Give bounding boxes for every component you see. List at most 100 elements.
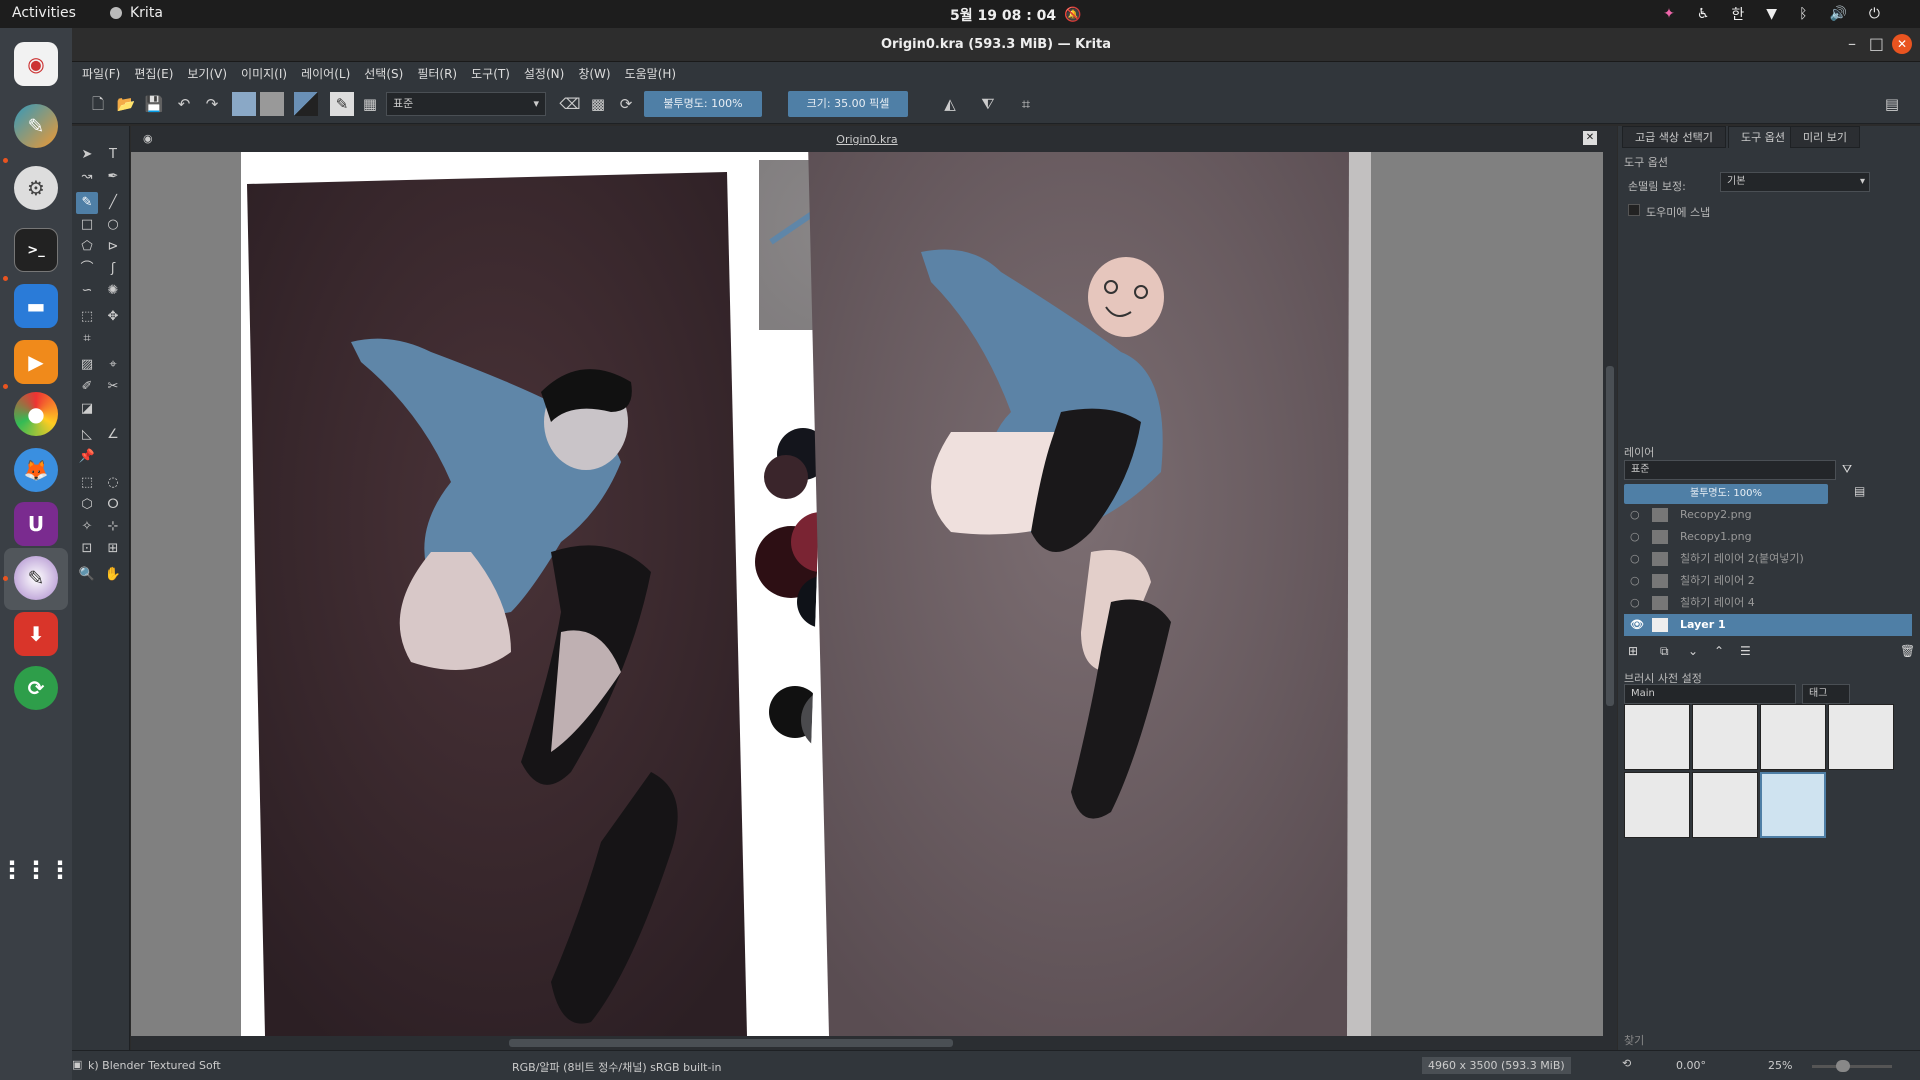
open-document-icon[interactable]: 📂 [114,92,138,116]
menu-view[interactable]: 보기(V) [187,65,227,82]
fill-tool-icon[interactable]: ◪ [76,398,98,420]
pan-tool-icon[interactable]: ✋ [102,564,124,586]
close-window-icon[interactable]: ✕ [1892,34,1912,54]
power-icon[interactable]: ⏻ [1869,6,1880,22]
ellipse-tool-icon[interactable]: ○ [102,214,124,236]
marker-brush-preset[interactable] [1624,772,1690,838]
polyline-tool-icon[interactable]: ⊳ [102,236,124,258]
layer-row[interactable]: ○ 칠하기 레이어 4 [1624,592,1912,614]
vertical-scrollbar[interactable] [1603,126,1617,1050]
eye-hidden-icon[interactable]: ○ [1630,526,1640,548]
tag-button[interactable]: 태그 [1802,684,1850,704]
color-app-icon[interactable]: ✎ [14,104,58,148]
eye-hidden-icon[interactable]: ○ [1630,504,1640,526]
chrome-icon[interactable]: ● [14,392,58,436]
gradient-preset-button[interactable] [232,92,256,116]
horizontal-scrollbar[interactable] [131,1036,1603,1050]
calligraphy-tool-icon[interactable]: ✒ [102,166,124,188]
crop-tool-icon[interactable]: ⌗ [76,328,98,350]
input-method-indicator[interactable]: 한 [1731,4,1744,24]
zoom-tool-icon[interactable]: 🔍 [76,564,98,586]
wifi-icon[interactable]: ▼ [1766,6,1777,22]
bezier-tool-icon[interactable]: ⌒ [76,258,98,280]
blend-mode-select[interactable]: 표준 ▾ [386,92,546,116]
brush-tag-select[interactable]: Main [1624,684,1796,704]
text-tool-icon[interactable]: T [102,144,124,166]
layer-row-active[interactable]: 👁 Layer 1 [1624,614,1912,636]
menu-filter[interactable]: 필터(R) [417,65,457,82]
similar-select-tool-icon[interactable]: ⊹ [102,516,124,538]
bezier-select-tool-icon[interactable]: ⊡ [76,538,98,560]
transform-tool-icon[interactable]: ⬚ [76,306,98,328]
polygon-tool-icon[interactable]: ⬠ [76,236,98,258]
maximize-icon[interactable]: □ [1869,34,1884,53]
show-apps-icon[interactable]: ⋮⋮⋮ [0,848,72,892]
firefox-icon[interactable]: 🦊 [14,448,58,492]
files-icon[interactable]: ▬ [14,284,58,328]
move-layer-down-icon[interactable]: ⌄ [1688,644,1698,658]
volume-icon[interactable]: 🔊 [1829,6,1846,22]
smart-patch-tool-icon[interactable]: ✂ [102,376,124,398]
freehand-brush-tool-icon[interactable]: ✎ [76,192,98,214]
freehand-select-tool-icon[interactable]: ⵔ [102,494,124,516]
layer-properties-icon[interactable]: ▤ [1854,484,1865,498]
rect-select-tool-icon[interactable]: ⬚ [76,472,98,494]
color-picker-tray-icon[interactable]: ✦ [1663,6,1675,22]
color-space[interactable]: RGB/알파 (8비트 정수/채널) sRGB built-in [512,1059,721,1075]
brush-search-input[interactable]: 찾기 [1624,1032,1644,1048]
minimize-icon[interactable]: – [1848,34,1856,53]
menu-settings[interactable]: 설정(N) [524,65,564,82]
canvas[interactable] [131,152,1603,1036]
size-slider[interactable]: 크기: 35.00 픽셀 [788,91,908,117]
pattern-preset-button[interactable] [260,92,284,116]
color-picker-tool-icon[interactable]: ⌖ [102,354,124,376]
layer-row[interactable]: ○ 칠하기 레이어 2(붙여넣기) [1624,548,1912,570]
tab-tool-options[interactable]: 도구 옵션 [1728,126,1798,148]
select-shapes-tool-icon[interactable]: ➤ [76,144,98,166]
eye-hidden-icon[interactable]: ○ [1630,570,1640,592]
menu-file[interactable]: 파일(F) [82,65,120,82]
u-app-icon[interactable]: U [14,502,58,546]
horizontal-scroll-thumb[interactable] [509,1039,953,1047]
gradient-tool-icon[interactable]: ▨ [76,354,98,376]
save-icon[interactable]: 💾 [142,92,166,116]
download-icon[interactable]: ⬇ [14,612,58,656]
vertical-scroll-thumb[interactable] [1606,366,1614,706]
opacity-slider[interactable]: 불투명도: 100% [644,91,762,117]
add-layer-icon[interactable]: ⊞ [1628,644,1638,658]
menu-layer[interactable]: 레이어(L) [301,65,350,82]
ellipse-select-tool-icon[interactable]: ◌ [102,472,124,494]
settings-icon[interactable]: ⚙ [14,166,58,210]
menu-window[interactable]: 창(W) [578,65,610,82]
multibrush-tool-icon[interactable]: ✺ [102,280,124,302]
layer-row[interactable]: ○ Recopy2.png [1624,504,1912,526]
app-menu[interactable]: Krita [110,5,163,21]
menu-image[interactable]: 이미지(I) [241,65,287,82]
reload-preset-icon[interactable]: ⟳ [614,92,638,116]
accessibility-icon[interactable]: ♿ [1697,6,1710,22]
mirror-horizontal-icon[interactable]: ◭ [938,92,962,116]
eraser-icon[interactable]: ⌫ [558,92,582,116]
menu-select[interactable]: 선택(S) [364,65,403,82]
tab-advanced-color-selector[interactable]: 고급 색상 선택기 [1622,126,1726,148]
eraser-brush-preset[interactable] [1624,704,1690,770]
measure-tool-icon[interactable]: ∠ [102,424,124,446]
textured-soft-brush-preset[interactable] [1760,772,1826,838]
blender-brush-preset[interactable] [1692,704,1758,770]
layer-opacity-slider[interactable]: 불투명도: 100% [1624,484,1828,504]
undo-icon[interactable]: ↶ [172,92,196,116]
eye-visible-icon[interactable]: 👁 [1630,614,1644,636]
move-layer-up-icon[interactable]: ⌃ [1714,644,1724,658]
brush-editor-icon[interactable]: ▦ [358,92,382,116]
menu-edit[interactable]: 편집(E) [134,65,173,82]
colorize-mask-tool-icon[interactable]: ✐ [76,376,98,398]
rectangle-tool-icon[interactable]: □ [76,214,98,236]
assistant-tool-icon[interactable]: ◺ [76,424,98,446]
polygon-select-tool-icon[interactable]: ⬡ [76,494,98,516]
workspace-icon[interactable]: ▤ [1880,92,1904,116]
rotate-icon[interactable]: ⟲ [1622,1057,1631,1070]
layer-row[interactable]: ○ Recopy1.png [1624,526,1912,548]
clock[interactable]: 5월 19 08 : 04 🔕 [950,5,1082,25]
layer-settings-icon[interactable]: ☰ [1740,644,1751,658]
layer-blend-select[interactable]: 표준 [1624,460,1836,480]
